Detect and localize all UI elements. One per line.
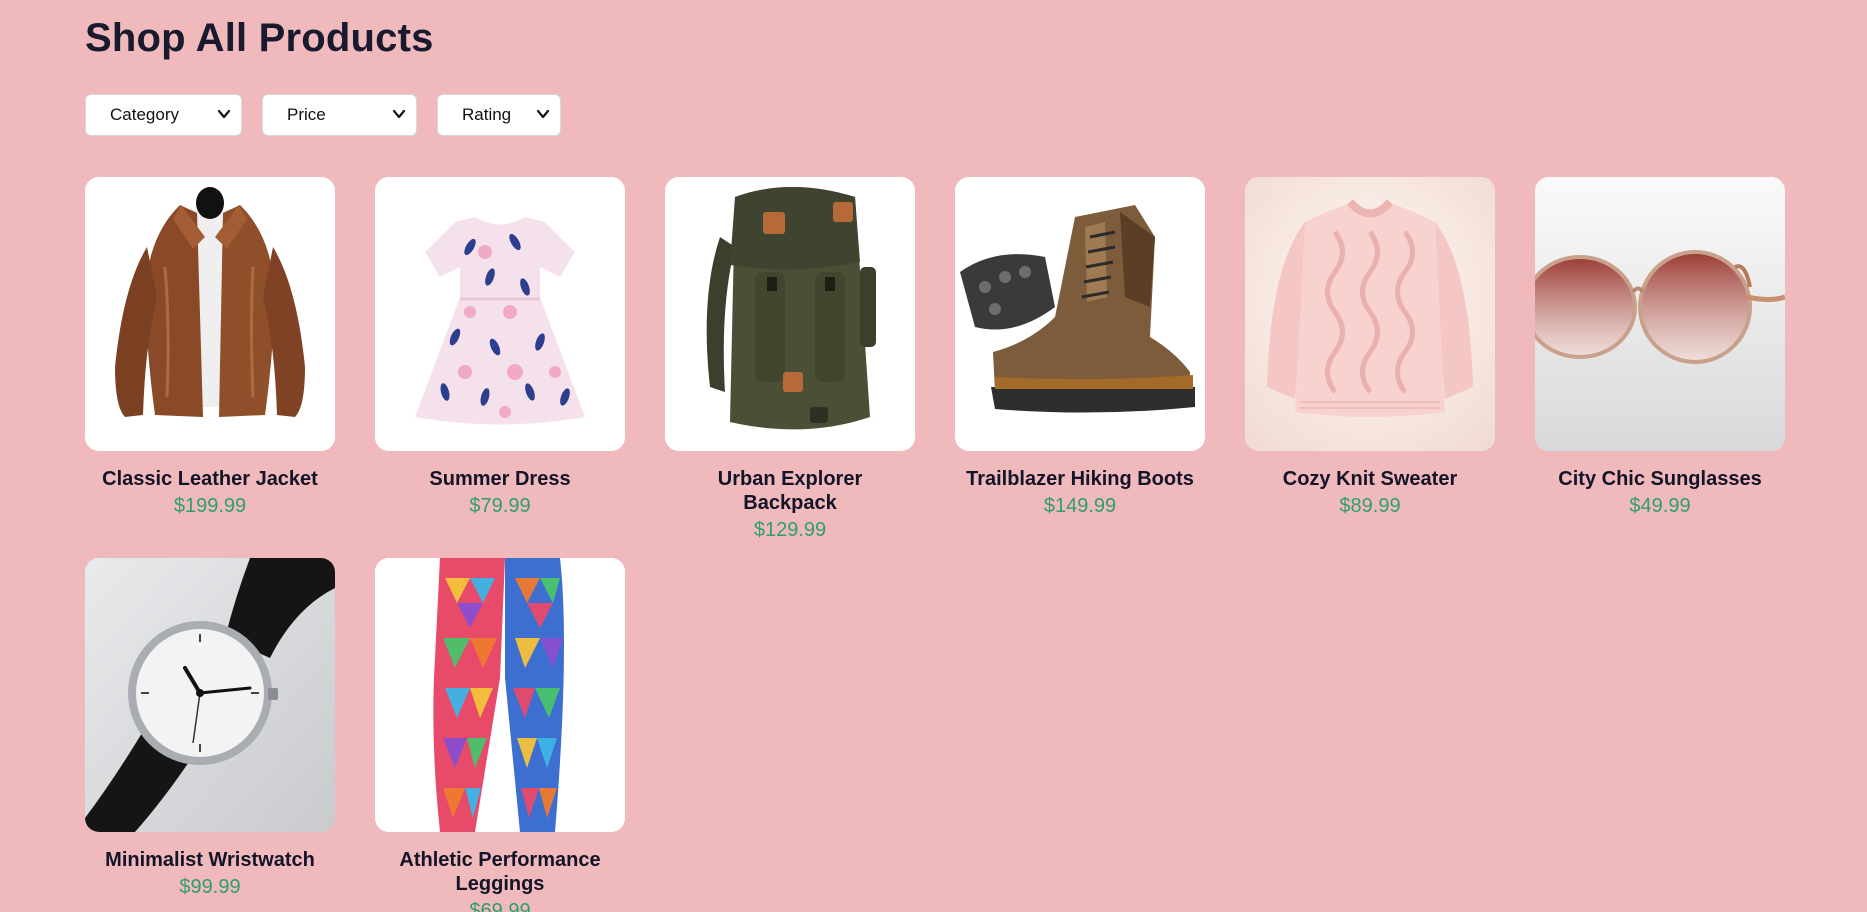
product-price: $129.99 (753, 519, 827, 541)
product-name[interactable]: Urban Explorer Backpack (665, 467, 915, 515)
product-name[interactable]: Athletic Performance Leggings (375, 848, 625, 896)
hiking-boots-image[interactable] (955, 177, 1205, 451)
leather-jacket-image[interactable] (85, 177, 335, 451)
product-price: $199.99 (173, 495, 247, 517)
product-card[interactable]: Minimalist Wristwatch $99.99 (85, 558, 335, 899)
product-card[interactable]: City Chic Sunglasses $49.99 (1535, 177, 1785, 518)
product-price: $89.99 (1339, 495, 1401, 517)
wristwatch-image[interactable] (85, 558, 335, 832)
product-card[interactable]: Summer Dress $79.99 (375, 177, 625, 518)
sunglasses-image[interactable] (1535, 177, 1785, 451)
rating-filter-select[interactable]: Rating (437, 94, 561, 136)
product-price: $69.99 (469, 900, 531, 912)
product-price: $149.99 (1043, 495, 1117, 517)
chevron-down-icon (392, 109, 406, 119)
product-name[interactable]: Cozy Knit Sweater (1245, 467, 1495, 491)
product-name[interactable]: Summer Dress (375, 467, 625, 491)
product-name[interactable]: City Chic Sunglasses (1535, 467, 1785, 491)
price-filter-label: Price (287, 105, 326, 124)
product-card[interactable]: Urban Explorer Backpack $129.99 (665, 177, 915, 542)
price-filter-select[interactable]: Price (262, 94, 417, 136)
rating-filter-label: Rating (462, 105, 512, 124)
product-price: $99.99 (179, 876, 241, 898)
product-card[interactable]: Trailblazer Hiking Boots $149.99 (955, 177, 1205, 518)
product-card[interactable]: Cozy Knit Sweater $89.99 (1245, 177, 1495, 518)
product-card[interactable]: Classic Leather Jacket $199.99 (85, 177, 335, 518)
product-name[interactable]: Classic Leather Jacket (85, 467, 335, 491)
page-title: Shop All Products (85, 16, 434, 60)
shop-page: Shop All Products Category Price Rating (0, 0, 1867, 912)
product-price: $79.99 (469, 495, 531, 517)
product-price: $49.99 (1629, 495, 1691, 517)
product-name[interactable]: Minimalist Wristwatch (85, 848, 335, 872)
knit-sweater-image[interactable] (1245, 177, 1495, 451)
chevron-down-icon (217, 109, 231, 119)
leggings-image[interactable] (375, 558, 625, 832)
chevron-down-icon (536, 109, 550, 119)
summer-dress-image[interactable] (375, 177, 625, 451)
category-filter-label: Category (110, 105, 179, 124)
category-filter-select[interactable]: Category (85, 94, 242, 136)
filter-bar: Category Price Rating (85, 94, 561, 136)
backpack-image[interactable] (665, 177, 915, 451)
product-name[interactable]: Trailblazer Hiking Boots (955, 467, 1205, 491)
product-card[interactable]: Athletic Performance Leggings $69.99 (375, 558, 625, 912)
